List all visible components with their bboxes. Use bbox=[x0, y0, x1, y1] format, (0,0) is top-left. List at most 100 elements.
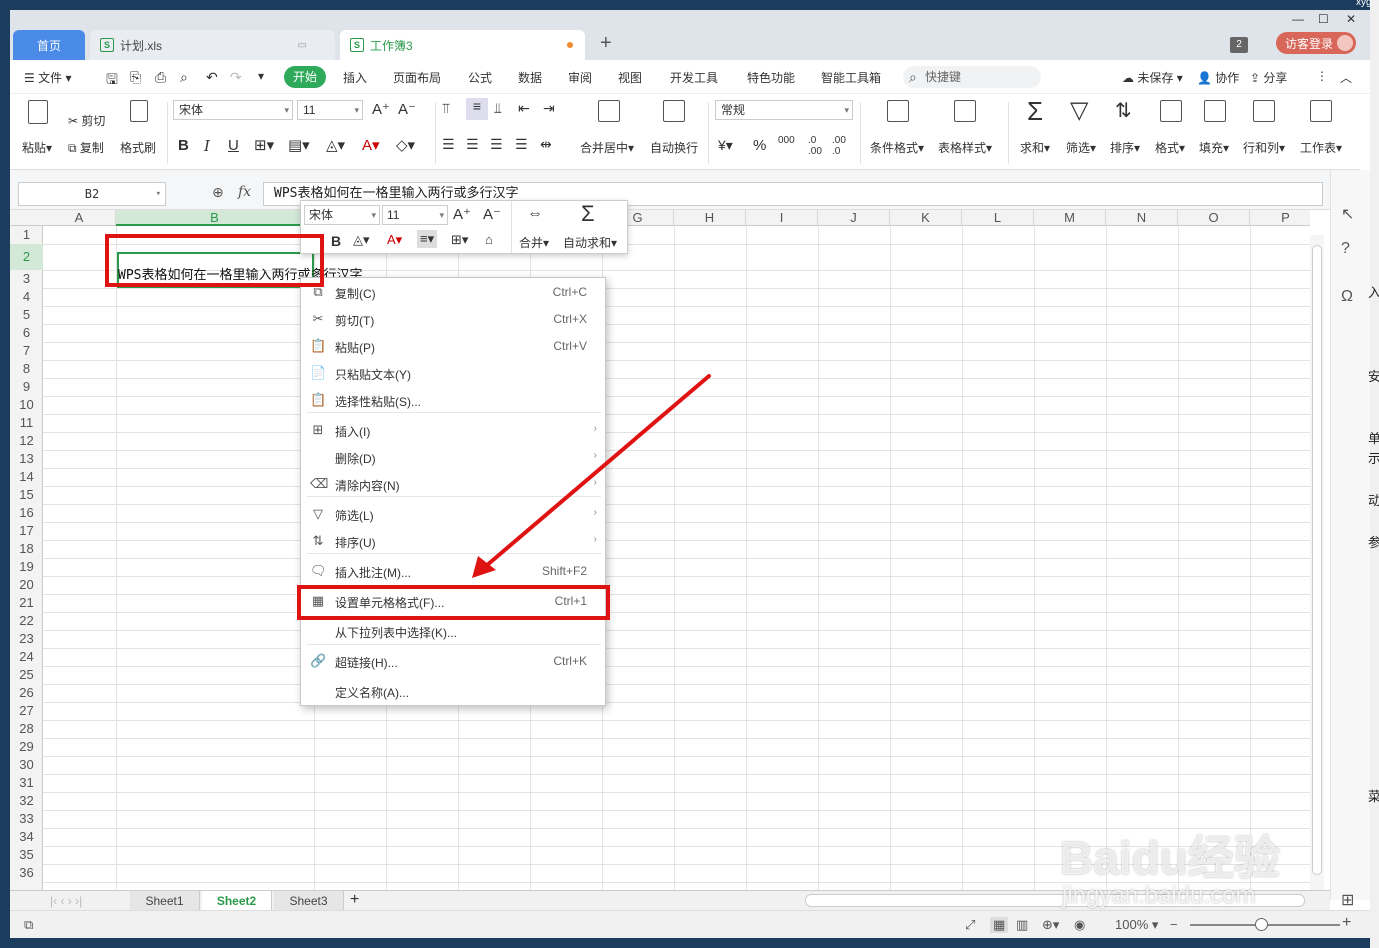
context-item-10[interactable]: 🗨 插入批注(M)... Shift+F2 bbox=[301, 558, 605, 585]
conditional-format-button[interactable]: 条件格式▾ bbox=[870, 139, 924, 156]
shortcut-search-input[interactable]: 快捷键 bbox=[903, 66, 1041, 88]
row-header-32[interactable]: 32 bbox=[10, 792, 43, 810]
new-tab-button[interactable]: + bbox=[600, 32, 612, 55]
cut-button[interactable]: ✂ 剪切 bbox=[68, 112, 105, 129]
filter-icon[interactable]: ▽ bbox=[1070, 96, 1088, 125]
row-header-18[interactable]: 18 bbox=[10, 540, 43, 558]
column-header-l[interactable]: L bbox=[962, 210, 1034, 226]
mini-autosum-button[interactable]: 自动求和▾ bbox=[563, 234, 617, 251]
format-painter-button[interactable]: 格式刷 bbox=[120, 139, 156, 156]
menu-smart-toolbox[interactable]: 智能工具箱 bbox=[821, 69, 881, 86]
monitor-icon[interactable]: ▭ bbox=[298, 40, 307, 51]
row-header-31[interactable]: 31 bbox=[10, 774, 43, 792]
align-bottom-icon[interactable]: ⫫ bbox=[494, 100, 502, 117]
menu-features[interactable]: 特色功能 bbox=[747, 69, 795, 86]
format-icon[interactable] bbox=[1160, 100, 1182, 122]
menu-page-layout[interactable]: 页面布局 bbox=[393, 69, 441, 86]
redo-icon[interactable]: ↷ bbox=[230, 69, 242, 86]
column-header-k[interactable]: K bbox=[890, 210, 962, 226]
zoom-slider-knob[interactable] bbox=[1255, 918, 1268, 931]
collab-button[interactable]: 👤 协作 bbox=[1197, 69, 1239, 86]
align-center-icon[interactable]: ☰ bbox=[466, 136, 479, 153]
row-header-1[interactable]: 1 bbox=[10, 226, 43, 244]
number-format-select[interactable]: 常规 bbox=[715, 100, 853, 120]
context-item-2[interactable]: 📋 粘贴(P) Ctrl+V bbox=[301, 333, 605, 360]
distributed-icon[interactable]: ⇹ bbox=[540, 136, 552, 153]
zoom-in-button[interactable]: + bbox=[1342, 914, 1351, 932]
mini-format-painter-icon[interactable]: ⌂ bbox=[485, 232, 493, 247]
row-header-30[interactable]: 30 bbox=[10, 756, 43, 774]
fx-icon[interactable]: fx bbox=[238, 184, 251, 200]
align-top-icon[interactable]: ⫪ bbox=[442, 100, 450, 117]
export-icon[interactable]: ⎘ bbox=[130, 69, 141, 86]
share-button[interactable]: ⇪ 分享 bbox=[1250, 69, 1287, 86]
context-item-7[interactable]: ⌫ 清除内容(N) › bbox=[301, 471, 605, 498]
sum-icon[interactable]: Σ bbox=[1027, 96, 1043, 127]
fill-icon[interactable] bbox=[1204, 100, 1226, 122]
mini-border-icon[interactable]: ⊞▾ bbox=[451, 232, 468, 248]
save-icon[interactable]: 🖫 bbox=[106, 69, 118, 93]
worksheet-button[interactable]: 工作表▾ bbox=[1300, 139, 1342, 156]
mini-merge-icon[interactable]: ⇔ bbox=[527, 205, 543, 223]
mini-size-select[interactable]: 11 bbox=[382, 205, 448, 225]
menu-review[interactable]: 审阅 bbox=[568, 69, 592, 86]
sort-button[interactable]: 排序▾ bbox=[1110, 139, 1140, 156]
sheet-tab-sheet2[interactable]: Sheet2 bbox=[202, 891, 272, 911]
name-box[interactable]: B2 bbox=[18, 182, 166, 206]
collapse-ribbon-icon[interactable]: ︿ bbox=[1340, 69, 1352, 86]
page-break-view-icon[interactable]: ▥ bbox=[1016, 917, 1028, 933]
row-header-33[interactable]: 33 bbox=[10, 810, 43, 828]
table-style-icon[interactable] bbox=[954, 100, 976, 122]
conditional-format-icon[interactable] bbox=[887, 100, 909, 122]
indent-increase-icon[interactable]: ⇥ bbox=[543, 100, 555, 117]
menu-data[interactable]: 数据 bbox=[518, 69, 542, 86]
row-header-7[interactable]: 7 bbox=[10, 342, 43, 360]
context-item-6[interactable]: 删除(D) › bbox=[301, 444, 605, 471]
indent-decrease-icon[interactable]: ⇤ bbox=[518, 100, 530, 117]
quick-access-more-icon[interactable]: ▾ bbox=[258, 69, 264, 83]
copy-button[interactable]: ⧉ 复制 bbox=[68, 139, 104, 156]
filter-button[interactable]: 筛选▾ bbox=[1066, 139, 1096, 156]
underline-icon[interactable]: U bbox=[228, 137, 239, 154]
row-header-36[interactable]: 36 bbox=[10, 864, 43, 882]
sheet-tab-sheet3[interactable]: Sheet3 bbox=[274, 891, 344, 911]
column-header-a[interactable]: A bbox=[43, 210, 116, 226]
row-header-8[interactable]: 8 bbox=[10, 360, 43, 378]
more-icon[interactable]: ⋮ bbox=[1316, 69, 1328, 83]
row-header-15[interactable]: 15 bbox=[10, 486, 43, 504]
decrease-font-icon[interactable]: A⁻ bbox=[398, 100, 416, 118]
visitor-login-button[interactable]: 访客登录 bbox=[1276, 32, 1356, 54]
menu-start[interactable]: 开始 bbox=[284, 66, 326, 88]
merge-icon[interactable] bbox=[598, 100, 620, 122]
context-item-12[interactable]: 从下拉列表中选择(K)... bbox=[301, 618, 605, 645]
row-column-button[interactable]: 行和列▾ bbox=[1243, 139, 1285, 156]
tab-doc-plan[interactable]: S 计划.xls ▭ bbox=[90, 30, 335, 60]
row-header-3[interactable]: 3 bbox=[10, 270, 43, 288]
fill-style-icon[interactable]: ▤▾ bbox=[288, 136, 310, 154]
context-item-1[interactable]: ✂ 剪切(T) Ctrl+X bbox=[301, 306, 605, 333]
worksheet-icon[interactable] bbox=[1310, 100, 1332, 122]
row-header-11[interactable]: 11 bbox=[10, 414, 43, 432]
context-item-8[interactable]: ▽ 筛选(L) › bbox=[301, 501, 605, 528]
increase-font-icon[interactable]: A⁺ bbox=[372, 100, 390, 118]
font-family-select[interactable]: 宋体 bbox=[173, 100, 293, 120]
font-color-icon[interactable]: A▾ bbox=[362, 136, 380, 154]
preview-icon[interactable]: ⌕ bbox=[180, 69, 188, 86]
mini-fill-color-icon[interactable]: ◬▾ bbox=[353, 232, 370, 248]
sheet-nav-arrows[interactable]: |‹ ‹ › ›| bbox=[50, 894, 82, 908]
status-icon[interactable]: ⧉ bbox=[24, 917, 33, 933]
context-item-13[interactable]: 🔗 超链接(H)... Ctrl+K bbox=[301, 648, 605, 675]
justify-icon[interactable]: ☰ bbox=[515, 136, 528, 153]
wrap-text-button[interactable]: 自动换行 bbox=[650, 139, 698, 156]
row-header-28[interactable]: 28 bbox=[10, 720, 43, 738]
row-header-2[interactable]: 2 bbox=[10, 244, 43, 270]
align-left-icon[interactable]: ☰ bbox=[442, 136, 455, 153]
row-header-29[interactable]: 29 bbox=[10, 738, 43, 756]
mini-sum-icon[interactable]: Σ bbox=[581, 201, 595, 227]
merge-center-button[interactable]: 合并居中▾ bbox=[580, 139, 634, 156]
eye-protect-icon[interactable]: ◉ bbox=[1074, 917, 1085, 933]
column-header-b[interactable]: B bbox=[116, 210, 314, 226]
row-header-22[interactable]: 22 bbox=[10, 612, 43, 630]
row-header-6[interactable]: 6 bbox=[10, 324, 43, 342]
decrease-decimal-icon[interactable]: .00.0 bbox=[832, 135, 846, 157]
